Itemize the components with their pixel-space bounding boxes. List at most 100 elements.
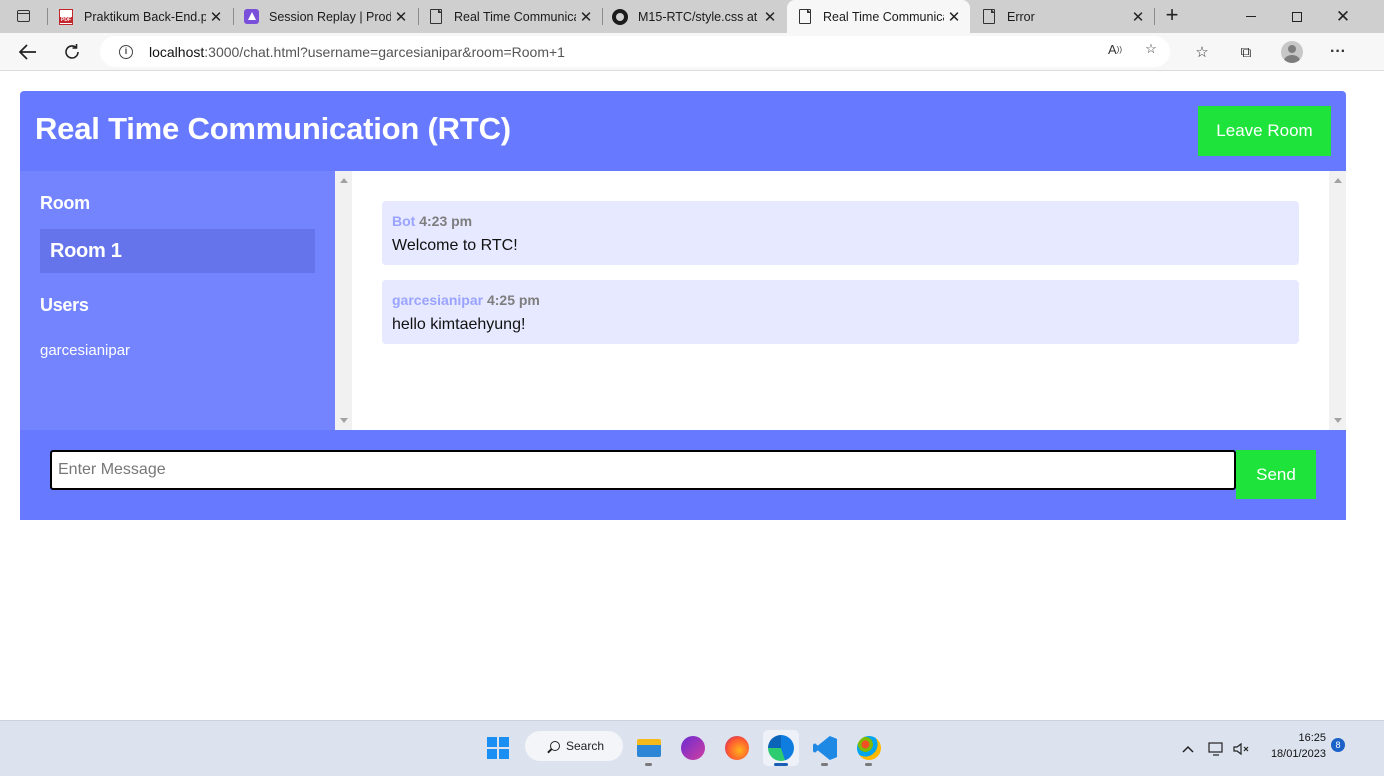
folder-icon bbox=[637, 739, 661, 757]
back-button[interactable] bbox=[14, 38, 42, 66]
tab-title: Error bbox=[1007, 9, 1035, 24]
message: Bot 4:23 pm Welcome to RTC! bbox=[382, 201, 1299, 265]
close-icon[interactable]: ✕ bbox=[944, 8, 964, 26]
profile-button[interactable] bbox=[1281, 41, 1303, 63]
clock[interactable]: 16:25 18/01/2023 bbox=[1262, 730, 1326, 762]
message-author: Bot bbox=[392, 213, 416, 229]
refresh-icon bbox=[65, 44, 79, 59]
tab-title: Praktikum Back-End.pdf bbox=[84, 9, 206, 24]
page-icon bbox=[981, 9, 997, 25]
copilot-button[interactable] bbox=[675, 730, 711, 766]
github-icon bbox=[612, 8, 628, 25]
chat-sidebar: Room Room 1 Users garcesianipar bbox=[20, 171, 335, 430]
close-icon[interactable]: ✕ bbox=[206, 8, 226, 26]
vscode-icon bbox=[813, 736, 837, 760]
scroll-down-arrow-icon[interactable] bbox=[1334, 418, 1342, 423]
message-time: 4:25 pm bbox=[486, 292, 540, 308]
edge-icon bbox=[768, 735, 794, 761]
browser-tab[interactable]: Error ✕ bbox=[971, 0, 1154, 33]
collections-icon[interactable]: ⧉ bbox=[1235, 41, 1257, 63]
chat-container: Real Time Communication (RTC) Leave Room… bbox=[20, 91, 1346, 520]
more-options-icon[interactable]: ··· bbox=[1327, 41, 1349, 63]
read-aloud-icon[interactable]: A)) bbox=[1106, 40, 1124, 58]
close-icon[interactable]: ✕ bbox=[1128, 8, 1148, 26]
message-meta: Bot 4:23 pm bbox=[392, 213, 472, 229]
firefox-icon bbox=[725, 736, 749, 760]
copilot-icon bbox=[681, 736, 705, 760]
page-icon bbox=[797, 9, 813, 25]
browser-tab[interactable]: Real Time Communica ✕ bbox=[418, 0, 602, 33]
scroll-up-arrow-icon[interactable] bbox=[1334, 178, 1342, 183]
message-meta: garcesianipar 4:25 pm bbox=[392, 292, 540, 308]
network-icon[interactable] bbox=[1208, 721, 1226, 776]
minimize-button[interactable] bbox=[1228, 0, 1274, 33]
page-icon bbox=[428, 9, 444, 25]
notification-badge[interactable]: 8 bbox=[1331, 738, 1345, 752]
paint-icon bbox=[857, 736, 881, 760]
tab-actions-icon bbox=[16, 10, 30, 22]
room-heading: Room bbox=[40, 193, 90, 213]
close-window-button[interactable]: ✕ bbox=[1320, 0, 1366, 33]
favorites-icon[interactable]: ☆ bbox=[1191, 41, 1213, 63]
messages-scrollbar[interactable] bbox=[1329, 171, 1346, 430]
paint-button[interactable] bbox=[851, 730, 887, 766]
address-bar[interactable]: i localhost:3000/chat.html?username=garc… bbox=[100, 36, 1170, 67]
tab-title: Session Replay | Produ bbox=[269, 9, 391, 24]
site-info-icon[interactable]: i bbox=[119, 44, 133, 59]
restore-icon bbox=[1292, 11, 1302, 22]
session-replay-icon bbox=[243, 9, 259, 25]
close-icon[interactable]: ✕ bbox=[760, 8, 780, 26]
page-title: Real Time Communication (RTC) bbox=[35, 111, 511, 146]
browser-tab-strip: Praktikum Back-End.pdf ✕ Session Replay … bbox=[0, 0, 1384, 33]
browser-tab[interactable]: Praktikum Back-End.pdf ✕ bbox=[48, 0, 232, 33]
browser-tab[interactable]: M15-RTC/style.css at m ✕ bbox=[602, 0, 786, 33]
message-input[interactable] bbox=[50, 450, 1236, 490]
firefox-button[interactable] bbox=[719, 730, 755, 766]
scroll-down-arrow-icon[interactable] bbox=[340, 418, 348, 423]
message-author: garcesianipar bbox=[392, 292, 484, 308]
tray-overflow-icon[interactable] bbox=[1182, 721, 1194, 776]
windows-logo-icon bbox=[487, 737, 509, 759]
avatar bbox=[1281, 41, 1303, 63]
message-text: hello kimtaehyung! bbox=[392, 316, 526, 333]
browser-toolbar: i localhost:3000/chat.html?username=garc… bbox=[0, 33, 1384, 71]
volume-muted-icon[interactable] bbox=[1232, 721, 1250, 776]
new-tab-button[interactable]: + bbox=[1160, 4, 1184, 27]
message: garcesianipar 4:25 pm hello kimtaehyung! bbox=[382, 280, 1299, 344]
taskbar-search[interactable]: Search bbox=[525, 731, 623, 761]
room-name: Room 1 bbox=[40, 229, 315, 273]
start-button[interactable] bbox=[480, 730, 516, 766]
clock-time: 16:25 bbox=[1298, 732, 1326, 744]
restore-button[interactable] bbox=[1274, 0, 1320, 33]
taskbar: Search 16:25 18/01/2023 8 bbox=[0, 720, 1384, 776]
vscode-button[interactable] bbox=[807, 730, 843, 766]
close-icon[interactable]: ✕ bbox=[391, 8, 411, 26]
search-icon bbox=[550, 741, 560, 751]
scroll-up-arrow-icon[interactable] bbox=[340, 178, 348, 183]
message-text: Welcome to RTC! bbox=[392, 237, 518, 254]
user-list-item: garcesianipar bbox=[40, 342, 131, 359]
edge-button[interactable] bbox=[763, 730, 799, 766]
send-button[interactable]: Send bbox=[1236, 450, 1316, 499]
close-icon[interactable]: ✕ bbox=[576, 8, 596, 26]
chat-messages: Bot 4:23 pm Welcome to RTC! garcesianipa… bbox=[352, 171, 1329, 430]
tab-separator bbox=[1154, 8, 1155, 25]
back-arrow-icon bbox=[19, 44, 36, 60]
url-text: localhost:3000/chat.html?username=garces… bbox=[149, 43, 565, 60]
chat-header: Real Time Communication (RTC) Leave Room bbox=[20, 91, 1346, 171]
users-heading: Users bbox=[40, 295, 89, 315]
add-favorite-icon[interactable]: ☆ bbox=[1142, 40, 1160, 58]
tab-actions-button[interactable] bbox=[8, 4, 38, 28]
leave-room-button[interactable]: Leave Room bbox=[1198, 106, 1331, 156]
browser-tab[interactable]: Session Replay | Produ ✕ bbox=[233, 0, 417, 33]
minimize-icon bbox=[1246, 15, 1256, 18]
refresh-button[interactable] bbox=[58, 38, 86, 66]
sidebar-scrollbar[interactable] bbox=[335, 171, 352, 430]
file-explorer-button[interactable] bbox=[631, 730, 667, 766]
pdf-icon bbox=[58, 8, 74, 25]
browser-tab-active[interactable]: Real Time Communica ✕ bbox=[787, 0, 970, 33]
tab-title: Real Time Communica bbox=[454, 9, 576, 24]
search-label: Search bbox=[566, 739, 605, 753]
message-time: 4:23 pm bbox=[419, 213, 473, 229]
tab-title: Real Time Communica bbox=[823, 9, 944, 24]
